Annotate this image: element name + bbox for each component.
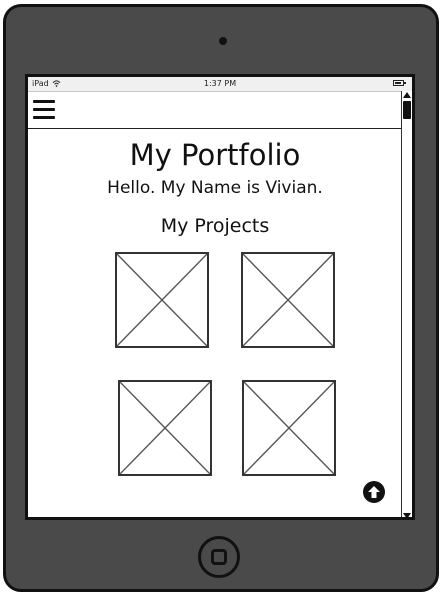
scrollbar-thumb[interactable] xyxy=(403,101,411,119)
scroll-down-arrow-icon[interactable] xyxy=(403,513,411,519)
home-button[interactable] xyxy=(198,536,240,578)
project-thumbnail-3[interactable] xyxy=(118,380,212,476)
home-button-icon xyxy=(211,549,227,565)
device-screen: iPad 1:37 PM My Portfolio Hello. My Name… xyxy=(25,74,415,520)
project-thumbnail-4[interactable] xyxy=(242,380,336,476)
top-navigation-bar xyxy=(28,92,402,129)
vertical-scrollbar[interactable] xyxy=(401,91,412,519)
section-heading: My Projects xyxy=(160,215,270,237)
arrow-up-circle-icon[interactable] xyxy=(363,481,385,503)
project-thumbnail-1[interactable] xyxy=(115,252,209,348)
image-placeholder-icon xyxy=(120,382,210,474)
status-bar: iPad 1:37 PM xyxy=(28,77,412,92)
status-time: 1:37 PM xyxy=(203,79,237,88)
camera-dot xyxy=(219,37,227,45)
greeting-text: Hello. My Name is Vivian. xyxy=(107,178,323,198)
image-placeholder-icon xyxy=(243,254,333,346)
page-title: My Portfolio xyxy=(129,138,301,172)
image-placeholder-icon xyxy=(244,382,334,474)
hamburger-menu-icon[interactable] xyxy=(33,100,55,119)
battery-icon xyxy=(393,80,406,86)
image-placeholder-icon xyxy=(117,254,207,346)
scroll-up-arrow-icon[interactable] xyxy=(403,92,411,98)
project-thumbnail-2[interactable] xyxy=(241,252,335,348)
